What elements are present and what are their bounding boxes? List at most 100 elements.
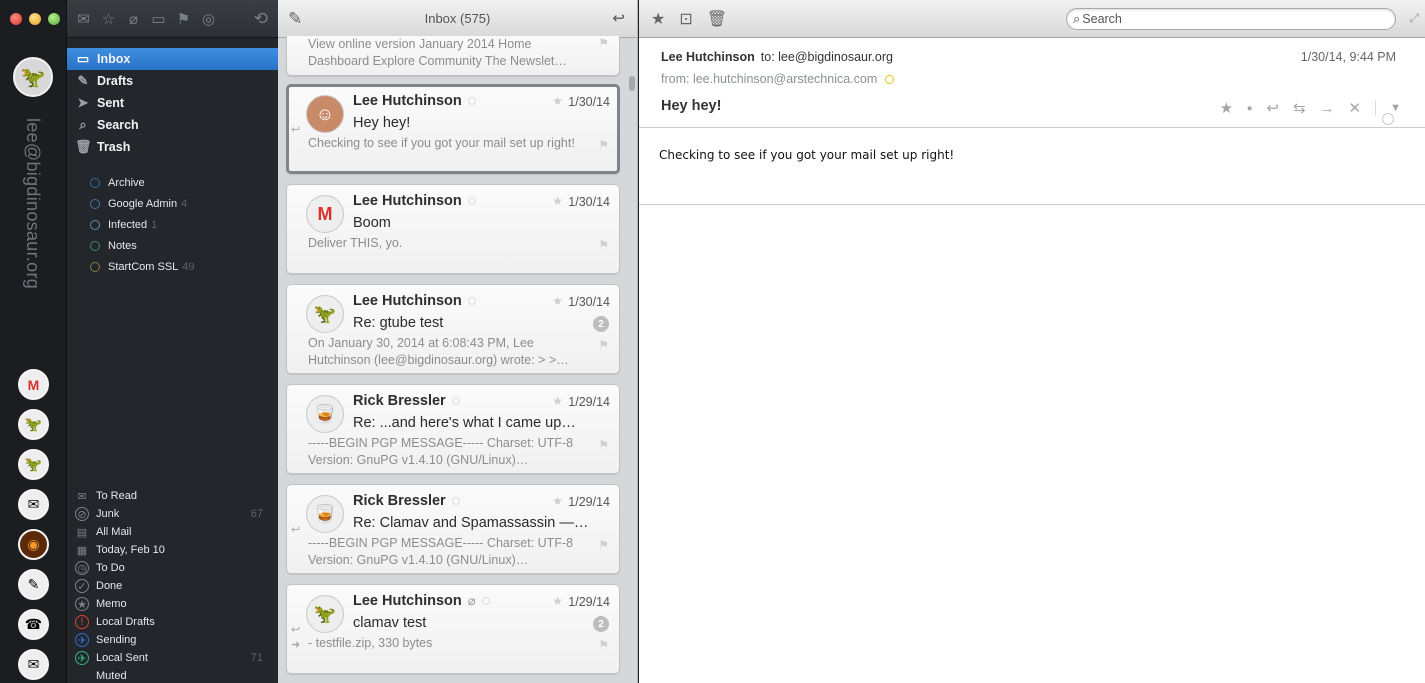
dinosaur-logo-icon: 🦖 xyxy=(313,303,337,324)
smart-folder-all-mail[interactable]: ▤ All Mail xyxy=(67,523,278,541)
envelope-avatar[interactable]: ✉ xyxy=(18,489,49,520)
smart-folder-done[interactable]: ✓ Done xyxy=(67,577,278,595)
label-color-dot-icon xyxy=(90,219,100,230)
smart-folder-to-read[interactable]: ✉ To Read xyxy=(67,487,278,505)
smart-folder-label: Muted xyxy=(96,670,127,682)
label-archive[interactable]: Archive xyxy=(67,172,278,193)
flag-icon[interactable]: ⚑ xyxy=(598,36,609,50)
close-window-button[interactable] xyxy=(10,13,22,25)
label-startcom-ssl[interactable]: StartCom SSL 49 xyxy=(67,256,278,277)
reply-icon[interactable]: ↩ xyxy=(612,9,625,27)
message-card[interactable]: 🦖 Lee Hutchinson ⌀ clamav test ★ 1/29/14 - tes… xyxy=(286,584,620,674)
unread-dot-icon[interactable] xyxy=(467,97,476,105)
folder-label: Search xyxy=(97,118,139,132)
folder-drafts[interactable]: ✎ Drafts xyxy=(67,70,278,92)
flag-icon[interactable]: ⚑ xyxy=(598,238,609,252)
speech-icon[interactable]: ▭ xyxy=(150,10,167,28)
account-avatar[interactable]: 🦖 xyxy=(13,57,53,97)
label-infected[interactable]: Infected 1 xyxy=(67,214,278,235)
folder-search[interactable]: ⌕ Search xyxy=(67,114,278,136)
mail-icon[interactable]: ✉ xyxy=(75,10,92,28)
reply-all-icon[interactable]: ⇆ xyxy=(1293,99,1306,117)
message-card[interactable]: 🥃 Rick Bressler Re: Clamav and Spamassassi… xyxy=(286,484,620,574)
admin-avatar[interactable]: ✎ xyxy=(18,569,49,600)
star-icon[interactable]: ★ xyxy=(552,594,563,608)
archive-icon[interactable]: ⊡ xyxy=(679,9,692,29)
dinosaur-avatar-2[interactable]: 🦖 xyxy=(18,449,49,480)
swirl-avatar[interactable]: ◉ xyxy=(18,529,49,560)
smart-folder-memo[interactable]: ★ Memo xyxy=(67,595,278,613)
delete-icon[interactable]: ✕ xyxy=(1349,99,1362,117)
target-icon[interactable]: ◎ xyxy=(200,10,217,28)
message-card-partial[interactable]: View online version January 2014 Home Da… xyxy=(286,36,620,76)
star-circle-icon: ★ xyxy=(75,597,89,611)
smart-folder-local-sent[interactable]: ✈ Local Sent 71 xyxy=(67,649,278,667)
label-name: Google Admin xyxy=(108,197,178,210)
star-icon[interactable]: ★ xyxy=(552,294,563,308)
compose-icon[interactable]: ✎ xyxy=(288,9,302,29)
whisky-glass-icon: 🥃 xyxy=(313,403,337,424)
message-subject: Re: gtube test xyxy=(353,315,444,331)
smart-folder-local-drafts[interactable]: ! Local Drafts xyxy=(67,613,278,631)
smart-folder-sending[interactable]: ✈ Sending xyxy=(67,631,278,649)
label-notes[interactable]: Notes xyxy=(67,235,278,256)
star-icon[interactable]: ★ xyxy=(651,9,665,29)
star-icon[interactable]: ☆ xyxy=(100,10,117,28)
gmail-avatar[interactable]: M xyxy=(18,369,49,400)
item-count: 67 xyxy=(250,508,263,520)
dinosaur-avatar[interactable]: 🦖 xyxy=(18,409,49,440)
smart-folder-muted[interactable]: Muted xyxy=(67,667,278,683)
list-scrollbar[interactable] xyxy=(629,76,635,91)
envelope-avatar-2[interactable]: ✉ xyxy=(18,649,49,680)
flag-icon[interactable]: ⚑ xyxy=(598,138,609,152)
star-icon[interactable]: ★ xyxy=(552,94,563,108)
message-preview: -----BEGIN PGP MESSAGE----- Charset: UTF… xyxy=(308,436,574,467)
flag-icon[interactable]: ⚑ xyxy=(598,438,609,452)
unread-dot-icon[interactable] xyxy=(481,597,490,605)
smart-folder-today-feb-10[interactable]: ▦ Today, Feb 10 xyxy=(67,541,278,559)
flag-icon[interactable]: ⚑ xyxy=(598,338,609,352)
folder-sent[interactable]: ➤ Sent xyxy=(67,92,278,114)
zoom-window-button[interactable] xyxy=(48,13,60,25)
message-card[interactable]: 🥃 Rick Bressler Re: ...and here's what I c… xyxy=(286,384,620,474)
trash-icon[interactable]: 🗑 xyxy=(707,9,727,29)
search-field[interactable]: ⌕ xyxy=(1066,8,1396,30)
fullscreen-icon[interactable]: ⤢ xyxy=(1409,11,1419,26)
smart-folder-to-do[interactable]: ◷ To Do xyxy=(67,559,278,577)
minimize-window-button[interactable] xyxy=(29,13,41,25)
flag-icon[interactable]: ⚑ xyxy=(598,538,609,552)
flag-icon[interactable]: ⚑ xyxy=(175,10,192,28)
reply-icon[interactable]: ↩ xyxy=(1266,99,1279,117)
label-color-dot-icon xyxy=(90,198,100,209)
webmaster-avatar[interactable]: ☎ xyxy=(18,609,49,640)
message-card[interactable]: ☺ Lee Hutchinson Hey hey! ★ 1/30/14 Checking … xyxy=(286,84,620,174)
folder-trash[interactable]: 🗑 Trash xyxy=(67,136,278,158)
unread-dot-icon[interactable] xyxy=(467,197,476,205)
star-icon[interactable]: ★ xyxy=(552,494,563,508)
star-icon[interactable]: ★ xyxy=(552,394,563,408)
star-icon[interactable]: ★ xyxy=(552,194,563,208)
comment-icon[interactable]: ▪ xyxy=(1247,100,1252,117)
star-icon[interactable]: ★ xyxy=(1220,99,1233,117)
unread-dot-icon[interactable] xyxy=(467,297,476,305)
sender-name[interactable]: Lee Hutchinson xyxy=(661,50,755,64)
message-card[interactable]: 🦖 Lee Hutchinson Re: gtube test ★ 1/30/14 On … xyxy=(286,284,620,374)
smart-folder-label: Today, Feb 10 xyxy=(96,544,165,556)
forward-icon[interactable]: → xyxy=(1320,100,1335,117)
warning-icon: ! xyxy=(75,615,89,629)
sender-address[interactable]: from: lee.hutchinson@arstechnica.com xyxy=(661,72,877,86)
search-input[interactable] xyxy=(1082,12,1373,26)
label-google-admin[interactable]: Google Admin 4 xyxy=(67,193,278,214)
message-card[interactable]: M Lee Hutchinson Boom ★ 1/30/14 Deliver THIS,… xyxy=(286,184,620,274)
unread-dot-icon[interactable] xyxy=(451,497,460,505)
sync-icon[interactable]: ⟲ xyxy=(254,9,268,29)
flag-icon[interactable]: ⚑ xyxy=(598,638,609,652)
smart-folder-junk[interactable]: ⊘ Junk 67 xyxy=(67,505,278,523)
label-name: Archive xyxy=(108,176,145,189)
unread-dot-icon[interactable] xyxy=(451,397,460,405)
folder-inbox[interactable]: ▭ Inbox xyxy=(67,48,278,70)
paperclip-icon[interactable]: ⌀ xyxy=(125,10,142,28)
more-actions-icon[interactable]: ▼ xyxy=(1390,102,1401,114)
folder-label: Inbox xyxy=(97,52,131,66)
recipient[interactable]: to: lee@bigdinosaur.org xyxy=(761,50,893,64)
